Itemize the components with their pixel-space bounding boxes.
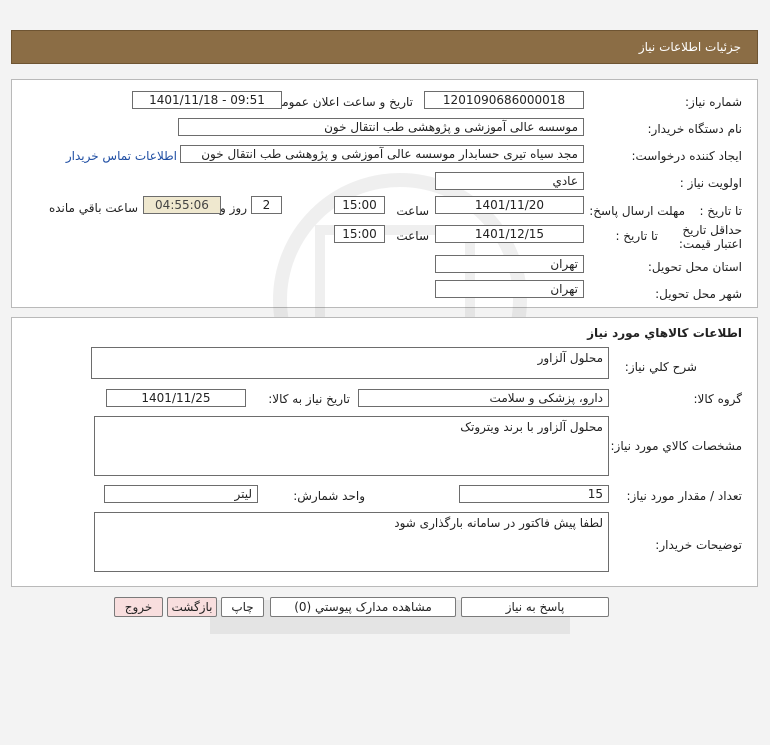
validity-date-field: 1401/12/15 — [435, 225, 584, 243]
unit-field: لیتر — [104, 485, 258, 503]
unit-label: واحد شمارش: — [293, 489, 365, 503]
priority-field: عادي — [435, 172, 584, 190]
requester-label: ایجاد کننده درخواست: — [631, 149, 742, 163]
city-field: تهران — [435, 280, 584, 298]
buyer-contact-link[interactable]: اطلاعات تماس خریدار — [66, 149, 177, 163]
province-label: استان محل تحویل: — [647, 260, 742, 274]
time-remaining-label: ساعت باقي مانده — [48, 201, 138, 215]
reply-button[interactable]: پاسخ به نياز — [461, 597, 609, 617]
deadline-time-field: 15:00 — [334, 196, 385, 214]
general-desc-label: شرح کلي نياز: — [624, 360, 697, 374]
deadline-time-label: ساعت — [396, 204, 429, 218]
time-remaining-field: 04:55:06 — [143, 196, 221, 214]
announce-datetime-label: تاریخ و ساعت اعلان عمومی: — [268, 95, 413, 109]
buyer-notes-field: لطفا پیش فاکتور در سامانه بارگذاری شود — [94, 512, 609, 572]
deadline-date-field: 1401/11/20 — [435, 196, 584, 214]
validity-time-field: 15:00 — [334, 225, 385, 243]
goods-group-field: دارو، پزشکی و سلامت — [358, 389, 609, 407]
page-title: جزئیات اطلاعات نیاز — [638, 40, 741, 54]
buyer-org-label: نام دستگاه خریدار: — [647, 122, 743, 136]
city-label: شهر محل تحویل: — [655, 287, 742, 301]
need-date-field: 1401/11/25 — [106, 389, 246, 407]
specs-label: مشخصات کالاي مورد نياز: — [610, 439, 742, 453]
quantity-field: 15 — [459, 485, 609, 503]
buyer-org-field: موسسه عالی آموزشی و پژوهشی طب انتقال خون — [178, 118, 584, 136]
deadline-until-label: تا تاریخ : — [699, 204, 742, 218]
announce-datetime-field: 1401/11/18 - 09:51 — [132, 91, 282, 109]
goods-group-label: گروه کالا: — [693, 392, 743, 406]
specs-field: محلول آلزاور با برند ویتروتک — [94, 416, 609, 476]
need-date-label: تاریخ نیاز به کالا: — [268, 392, 350, 406]
priority-label: اولویت نیاز : — [679, 176, 742, 190]
general-desc-field: محلول آلزاور — [91, 347, 609, 379]
price-validity-label: حداقل تاریخ اعتبار قیمت: — [678, 223, 742, 251]
validity-until-label: تا تاریخ : — [615, 229, 658, 243]
need-number-field: 1201090686000018 — [424, 91, 584, 109]
view-attachments-button[interactable]: مشاهده مدارک پيوستي (0) — [270, 597, 456, 617]
print-button[interactable]: چاپ — [221, 597, 264, 617]
days-label: روز و — [220, 201, 247, 215]
exit-button[interactable]: خروج — [114, 597, 163, 617]
buyer-notes-label: توضيحات خريدار: — [655, 538, 742, 552]
days-remaining-field: 2 — [251, 196, 282, 214]
requester-field: مجد سیاه تیری حسابدار موسسه عالی آموزشی … — [180, 145, 584, 163]
page-header: جزئیات اطلاعات نیاز — [11, 30, 758, 64]
goods-section-title: اطلاعات کالاهاي مورد نياز — [587, 326, 742, 340]
validity-time-label: ساعت — [396, 229, 429, 243]
province-field: تهران — [435, 255, 584, 273]
quantity-label: تعداد / مقدار مورد نیاز: — [626, 489, 742, 503]
back-button[interactable]: بازگشت — [167, 597, 217, 617]
deadline-label: مهلت ارسال پاسخ: — [589, 204, 685, 218]
need-number-label: شماره نیاز: — [685, 95, 742, 109]
